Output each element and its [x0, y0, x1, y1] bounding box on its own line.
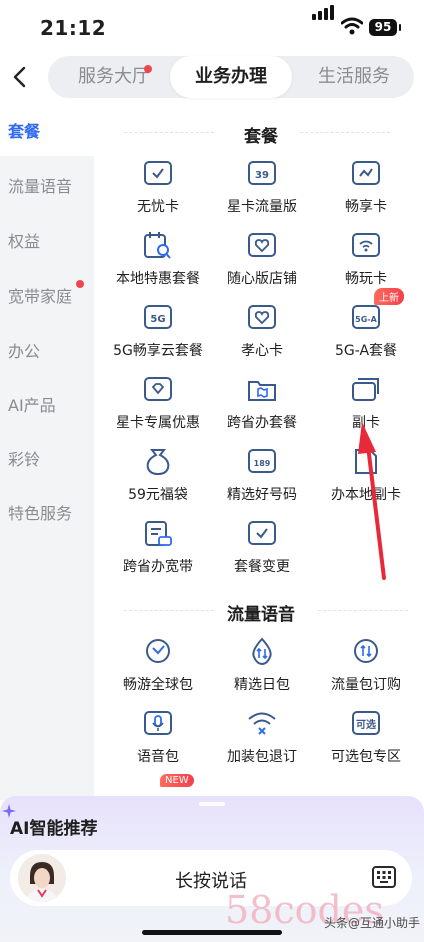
grid-item-label: 畅享卡 [345, 199, 387, 215]
drag-handle[interactable] [199, 802, 225, 806]
calendar-189-icon: 189 [246, 446, 278, 476]
calendar-search-icon [142, 230, 174, 260]
tag-optional-icon: 可选 [350, 708, 382, 738]
sidebar-item-ai-products[interactable]: AI产品 [8, 392, 56, 416]
circle-arrows-icon [350, 636, 382, 666]
diamond-ticket-icon [142, 374, 174, 404]
sim-card-icon [350, 446, 382, 476]
wifi-cross-icon [246, 708, 278, 738]
double-card-icon [350, 374, 382, 404]
ai-panel-title: AI智能推荐 [10, 819, 98, 839]
battery-icon: 95 [369, 19, 401, 36]
grid-item-label: 套餐变更 [234, 559, 290, 575]
keyboard-icon[interactable] [372, 866, 396, 888]
status-bar: 21:12 95 [0, 0, 424, 52]
divider [124, 132, 214, 133]
grid-item-label: 5G-A套餐 [334, 343, 398, 359]
sidebar-item-data-voice[interactable]: 流量语音 [8, 173, 72, 197]
wifi-card-icon [350, 230, 382, 260]
grid-item-label: 畅玩卡 [345, 271, 387, 287]
sidebar-item-special[interactable]: 特色服务 [8, 500, 72, 524]
divider [124, 610, 214, 611]
back-arrow-icon[interactable] [6, 62, 36, 92]
category-sidebar: 套餐 流量语音 权益 宽带家庭 办公 AI产品 彩铃 特色服务 [0, 100, 94, 800]
heart-card-icon [246, 302, 278, 332]
card-39-icon: 39 [246, 158, 278, 188]
grid-item-label: 副卡 [352, 415, 380, 431]
svg-text:可选: 可选 [356, 718, 376, 731]
folder-map-icon [246, 374, 278, 404]
sidebar-item-benefits[interactable]: 权益 [8, 228, 40, 252]
new-badge: 上新 [374, 288, 404, 305]
sidebar-item-package[interactable]: 套餐 [8, 118, 40, 142]
home-indicator [142, 930, 282, 935]
section-title-package: 套餐 [244, 127, 278, 147]
microphone-card-icon [142, 708, 174, 738]
svg-text:39: 39 [255, 170, 269, 181]
top-tab-bar: 服务大厅 业务办理 生活服务 [48, 56, 414, 98]
tab-business[interactable]: 业务办理 [170, 56, 292, 98]
new-badge: NEW [160, 774, 194, 787]
tab-label: 服务大厅 [78, 66, 150, 87]
divider [318, 610, 408, 611]
watermark-credit: 头条@互通小助手 [324, 916, 421, 930]
grid-item-label: 可选包专区 [331, 749, 401, 765]
section-title-data-voice: 流量语音 [227, 605, 295, 625]
grid-item-label: 办本地副卡 [331, 487, 401, 503]
card-5ga-icon: 5G-A [350, 302, 382, 332]
sidebar-notification-dot [76, 280, 84, 288]
wifi-icon [341, 17, 363, 35]
tab-life-services[interactable]: 生活服务 [298, 56, 410, 98]
divider [300, 132, 390, 133]
grid-item-label: 流量包订购 [331, 677, 401, 693]
drop-arrows-icon [246, 636, 278, 666]
globe-arrow-icon [142, 636, 174, 666]
tab-label: 生活服务 [318, 66, 390, 87]
money-bag-icon [142, 446, 174, 476]
card-check-icon [246, 518, 278, 548]
svg-text:189: 189 [254, 459, 271, 468]
card-5g-icon: 5G [142, 302, 174, 332]
status-time: 21:12 [40, 16, 107, 40]
svg-text:5G: 5G [150, 314, 165, 325]
card-check-icon [142, 158, 174, 188]
clipboard-broadband-icon [142, 518, 174, 548]
tab-label: 业务办理 [195, 66, 267, 87]
sidebar-item-ringtone[interactable]: 彩铃 [8, 446, 40, 470]
heart-card-icon [246, 230, 278, 260]
svg-text:5G-A: 5G-A [355, 315, 377, 324]
tab-notification-dot [144, 65, 152, 73]
sidebar-item-office[interactable]: 办公 [8, 338, 40, 362]
tab-service-hall[interactable]: 服务大厅 [56, 56, 172, 98]
sidebar-item-broadband[interactable]: 宽带家庭 [8, 283, 72, 307]
card-wave-icon [350, 158, 382, 188]
